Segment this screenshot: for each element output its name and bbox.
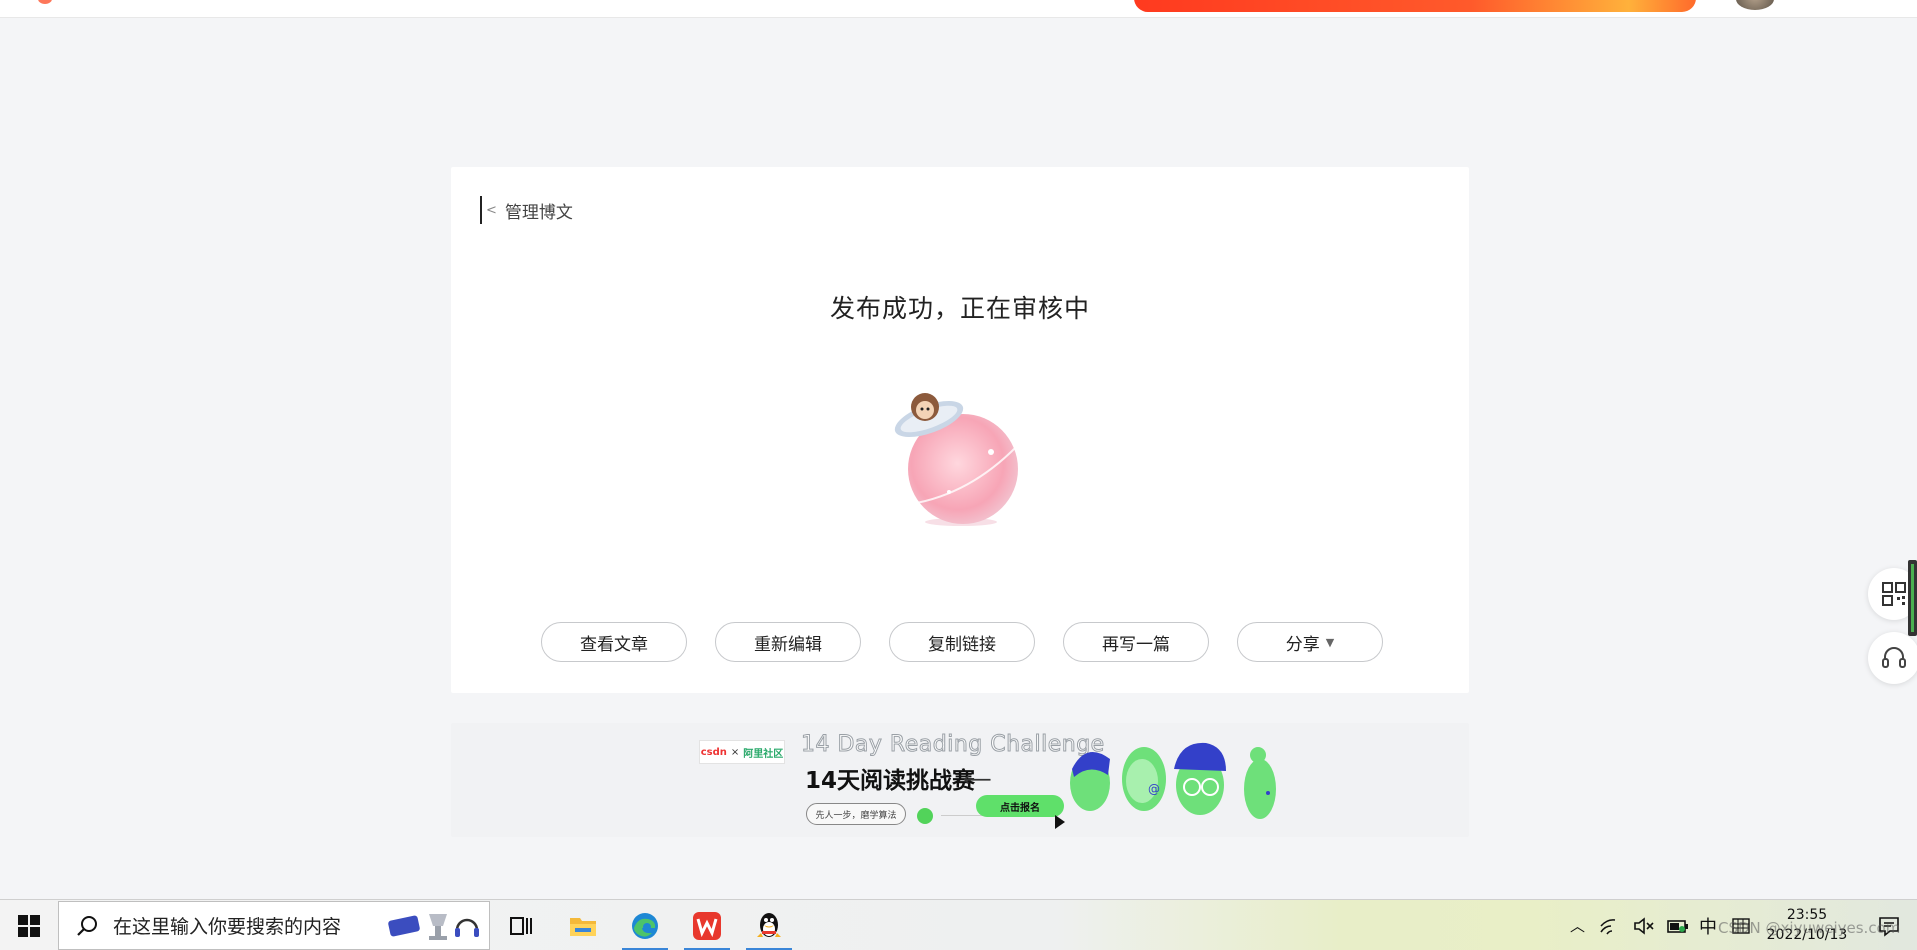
start-button[interactable] xyxy=(0,900,58,950)
top-navbar xyxy=(0,0,1917,18)
ad-signup-button[interactable]: 点击报名 xyxy=(976,795,1064,817)
play-icon xyxy=(1055,815,1065,829)
view-article-button[interactable]: 查看文章 xyxy=(541,622,687,662)
site-logo[interactable] xyxy=(38,0,52,4)
back-label: 管理博文 xyxy=(504,202,573,223)
re-edit-label: 重新编辑 xyxy=(754,634,822,655)
ad-tagline: 先人一步，磨学算法 xyxy=(806,803,906,825)
ime-indicator[interactable]: 中 xyxy=(1699,913,1717,939)
volume-muted-icon[interactable] xyxy=(1633,916,1655,936)
task-view-button[interactable] xyxy=(492,900,550,950)
svg-text:@: @ xyxy=(1148,782,1160,796)
qq-penguin-icon xyxy=(757,912,781,937)
edge-browser-button[interactable] xyxy=(616,900,674,950)
customer-service-button[interactable] xyxy=(1868,632,1917,684)
windows-icon xyxy=(18,914,40,937)
qr-code-icon xyxy=(1882,582,1906,606)
write-another-label: 再写一篇 xyxy=(1102,634,1170,655)
qq-button[interactable] xyxy=(740,900,798,950)
csdn-watermark: CSDN @xiyuweiyes.com xyxy=(1718,919,1901,937)
ad-title-english: 14 Day Reading Challenge xyxy=(801,732,1105,758)
reading-challenge-ad[interactable]: csdn × 阿里社区 14 Day Reading Challenge 14天… xyxy=(451,723,1469,837)
copy-link-button[interactable]: 复制链接 xyxy=(889,622,1035,662)
publish-status-title: 发布成功，正在审核中 xyxy=(829,294,1090,323)
back-divider xyxy=(480,196,482,224)
side-scroll-strip[interactable] xyxy=(1908,560,1917,636)
ad-character-illustration: @ xyxy=(1070,742,1276,819)
file-explorer-button[interactable] xyxy=(554,900,612,950)
chevron-up-icon[interactable]: ︿ xyxy=(1570,915,1585,936)
headset-icon xyxy=(1882,647,1906,668)
windows-taskbar: 在这里输入你要搜索的内容 ︿ 中 23:55 2022/10/13 xyxy=(0,899,1917,950)
wifi-icon[interactable] xyxy=(1599,916,1621,936)
write-another-button[interactable]: 再写一篇 xyxy=(1063,622,1209,662)
taskbar-search-box[interactable]: 在这里输入你要搜索的内容 xyxy=(58,901,490,950)
brand-separator: × xyxy=(730,746,740,758)
wps-office-button[interactable] xyxy=(678,900,736,950)
ad-green-dot xyxy=(917,808,933,824)
battery-icon[interactable] xyxy=(1667,916,1689,936)
promo-banner[interactable] xyxy=(1134,0,1696,12)
user-avatar[interactable] xyxy=(1736,0,1774,10)
wps-icon xyxy=(693,911,721,940)
publish-result-card: < 管理博文 发布成功，正在审核中 查看文章 重新编辑 复制链接 再写一篇 分享… xyxy=(451,167,1469,693)
folder-icon xyxy=(570,917,596,936)
ad-brand-logos: csdn × 阿里社区 xyxy=(699,740,785,764)
share-label: 分享 xyxy=(1285,634,1320,655)
back-to-manage-posts[interactable]: < 管理博文 xyxy=(480,196,573,224)
caret-down-icon: ▼ xyxy=(1325,635,1335,649)
task-view-icon xyxy=(510,916,532,935)
view-article-label: 查看文章 xyxy=(580,634,648,655)
astronaut-planet-illustration xyxy=(894,393,1020,526)
result-actions: 查看文章 重新编辑 复制链接 再写一篇 分享 ▼ xyxy=(541,622,1383,662)
re-edit-button[interactable]: 重新编辑 xyxy=(715,622,861,662)
partner-logo-text: 阿里社区 xyxy=(743,748,784,760)
share-button[interactable]: 分享 ▼ xyxy=(1237,622,1383,662)
edge-icon xyxy=(632,912,658,939)
chevron-left-icon: < xyxy=(486,202,497,218)
search-icon xyxy=(77,915,97,936)
search-highlight-illustration xyxy=(388,914,479,940)
copy-link-label: 复制链接 xyxy=(928,634,996,655)
csdn-logo-text: csdn xyxy=(700,746,727,758)
arrow-left-icon: ⟵ xyxy=(963,767,992,791)
ad-title-chinese: 14天阅读挑战赛 xyxy=(805,768,976,794)
search-placeholder: 在这里输入你要搜索的内容 xyxy=(113,916,342,938)
